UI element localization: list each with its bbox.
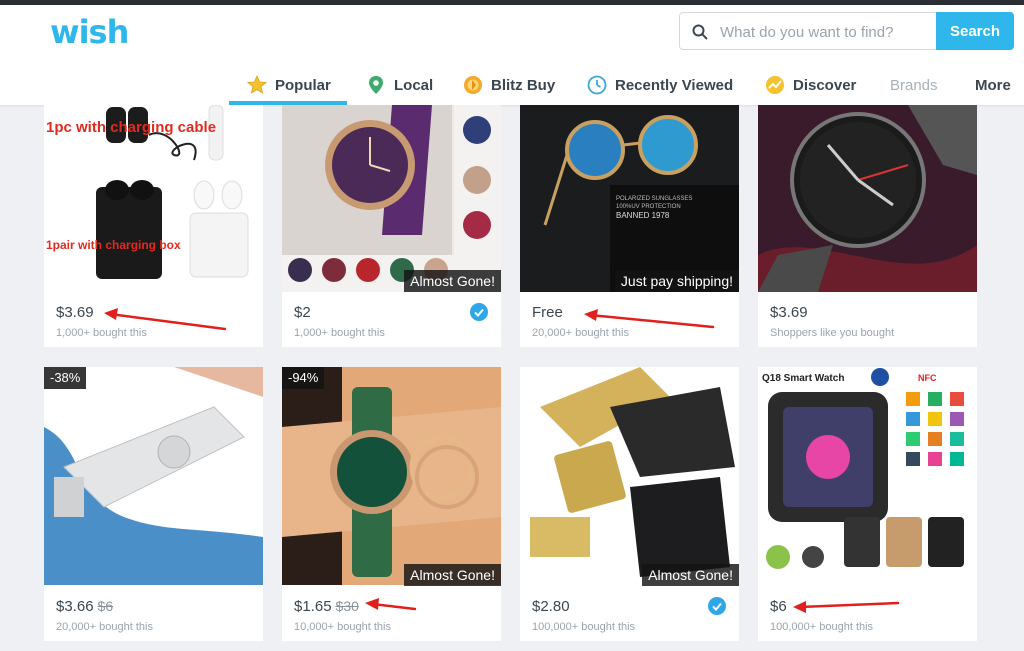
tab-discover[interactable]: Discover [765,65,856,105]
just-pay-shipping-badge: Just pay shipping! [614,270,739,292]
tab-popular[interactable]: Popular [247,65,331,105]
product-image-earbuds: 1pc with charging cable 1pair with charg… [44,105,263,292]
bought-count: 20,000+ bought this [56,621,153,633]
product-card[interactable]: -38% $3.66 $6 20,000+ bought this [44,367,263,641]
almost-gone-badge: Almost Gone! [642,564,739,586]
image-caption: BANNED 1978 [616,211,670,220]
price: $3.69 [56,304,94,321]
tab-more[interactable]: More [975,65,1011,105]
discover-icon [766,76,784,94]
image-caption: POLARIZED SUNGLASSES [616,196,692,202]
image-caption: 100%UV PROTECTION [616,204,681,210]
tab-recently-viewed[interactable]: Recently Viewed [587,65,733,105]
bought-count: 1,000+ bought this [56,327,147,339]
price: $3.69 [770,304,808,321]
product-image-sunglasses: POLARIZED SUNGLASSES 100%UV PROTECTION B… [520,105,739,292]
original-price: $30 [335,598,359,614]
tab-local[interactable]: Local [366,65,433,105]
price: $3.66 $6 [56,598,114,615]
tab-more-label: More [975,76,1011,94]
tab-blitz-buy[interactable]: Blitz Buy [463,65,555,105]
product-card[interactable]: 1pc with charging cable 1pair with charg… [44,105,263,347]
product-image-mesh-watch [758,105,977,292]
image-caption: NFC [918,373,937,383]
price: Free [532,304,563,321]
bought-count: 100,000+ bought this [532,621,636,633]
product-image-playing-cards [520,367,739,585]
price: $1.65 $30 [294,598,359,615]
verified-badge-icon [470,303,488,321]
almost-gone-badge: Almost Gone! [404,564,501,586]
star-icon [247,75,267,94]
tab-blitz-buy-label: Blitz Buy [491,76,556,94]
product-image-watch [282,105,501,292]
product-card[interactable]: $3.69 Shoppers like you bought [758,105,977,347]
tab-local-label: Local [394,76,434,94]
image-caption: Q18 Smart Watch [762,373,844,384]
search-button[interactable]: Search [936,12,1014,50]
image-caption: 1pair with charging box [46,238,181,252]
product-card[interactable]: -94% Almost Gone! $1.65 $30 10,000+ bough… [282,367,501,641]
discount-badge: -94% [282,367,325,389]
category-nav: Popular Local Blitz Buy Recently Viewed … [0,65,1024,105]
almost-gone-badge: Almost Gone! [404,270,501,292]
tab-recently-viewed-label: Recently Viewed [615,76,734,94]
tab-brands-label: Brands [890,76,938,94]
blitz-coin-icon [464,76,482,94]
clock-icon [587,75,607,95]
search-box: Search [679,12,1014,51]
product-card[interactable]: Almost Gone! $2.80 100,000+ bought this [520,367,739,641]
bought-count: 1,000+ bought this [294,327,385,339]
image-caption: 1pc with charging cable [46,119,216,136]
bought-count: 20,000+ bought this [532,327,629,339]
bought-count: Shoppers like you bought [770,327,895,339]
product-card[interactable]: Almost Gone! $2 1,000+ bought this [282,105,501,347]
price: $6 [770,598,787,615]
product-card[interactable]: POLARIZED SUNGLASSES 100%UV PROTECTION B… [520,105,739,347]
product-image-sewing-machine [44,367,263,585]
product-card[interactable]: Q18 Smart Watch NFC $6 100,000+ bought t… [758,367,977,641]
tab-popular-label: Popular [275,76,331,94]
location-pin-icon [369,76,383,94]
tab-discover-label: Discover [793,76,857,94]
tab-brands[interactable]: Brands [890,65,938,105]
search-input[interactable] [718,13,937,51]
site-header: wish Search Popular Local [0,5,1024,105]
verified-badge-icon [708,597,726,615]
discount-badge: -38% [44,367,87,389]
original-price: $6 [97,598,114,614]
price: $2.80 [532,598,570,615]
wish-logo[interactable]: wish [50,13,129,51]
bought-count: 10,000+ bought this [294,621,391,633]
product-image-green-watch [282,367,501,585]
search-icon [692,24,708,40]
bought-count: 100,000+ bought this [770,621,874,633]
price: $2 [294,304,311,321]
product-image-smart-watch: Q18 Smart Watch NFC [758,367,977,585]
